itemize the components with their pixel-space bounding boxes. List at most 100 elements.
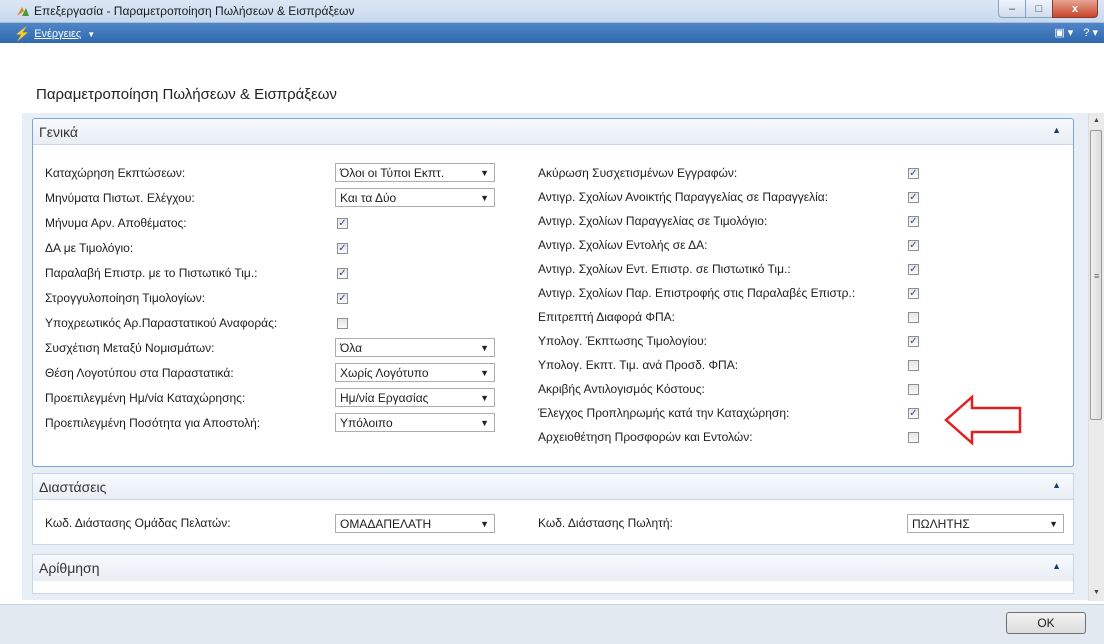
field-row: Αντιγρ. Σχολίων Παρ. Επιστροφής στις Παρ… [538,283,855,303]
allow-vat-difference-checkbox[interactable] [908,312,919,323]
credit-warnings-select[interactable]: Και τα Δύο ▼ [335,188,495,207]
field-row: Παραλαβή Επιστρ. με το Πιστωτικό Τιμ.: [45,263,258,283]
scroll-down-icon[interactable]: ▼ [1089,585,1104,601]
field-label: Μήνυμα Αρν. Αποθέματος: [45,216,187,230]
dropdown-arrow-icon: ▼ [480,393,489,403]
scrollbar-thumb[interactable]: ≡ [1090,130,1102,420]
field-row: Κωδ. Διάστασης Πωλητή: [538,513,673,533]
page-title: Παραμετροποίηση Πωλήσεων & Εισπράξεων [36,86,337,103]
bottom-bar: OK [0,604,1104,644]
dimensions-fasttab-header[interactable]: Διαστάσεις ▲ [33,474,1073,500]
dropdown-arrow-icon: ▼ [480,368,489,378]
field-row: Ακριβής Αντιλογισμός Κόστους: [538,379,705,399]
field-row: Αντιγρ. Σχολίων Παραγγελίας σε Τιμολόγιο… [538,211,767,231]
copy-comments-ret-receipt-checkbox[interactable]: ✓ [908,288,919,299]
general-fasttab-header[interactable]: Γενικά ▲ [33,119,1073,145]
window-title: Επεξεργασία - Παραμετροποίηση Πωλήσεων &… [34,4,355,18]
field-label: Θέση Λογοτύπου στα Παραστατικά: [45,366,234,380]
exact-cost-reversing-checkbox[interactable]: ✓ [908,168,919,179]
field-label: Κωδ. Διάστασης Ομάδας Πελατών: [45,516,231,530]
ext-doc-no-mandatory-checkbox[interactable] [337,318,348,329]
archive-quotes-orders-checkbox[interactable] [908,432,919,443]
numbering-fasttab-header[interactable]: Αρίθμηση ▲ [33,555,1073,581]
copy-comments-order-shpt-checkbox[interactable]: ✓ [908,240,919,251]
calc-inv-disc-per-vat-checkbox[interactable] [908,360,919,371]
default-posting-date-select[interactable]: Ημ/νία Εργασίας ▼ [335,388,495,407]
dropdown-arrow-icon: ▼ [480,519,489,529]
collapse-icon[interactable]: ▲ [1052,561,1061,571]
field-row: Ακύρωση Συσχετισμένων Εγγραφών: [538,163,737,183]
help-icon[interactable]: ? ▾ [1083,26,1098,39]
discount-posting-select[interactable]: Όλοι οι Τύποι Εκπτ. ▼ [335,163,495,182]
field-row: Αντιγρ. Σχολίων Εντολής σε ΔΑ: [538,235,708,255]
invoice-rounding-checkbox[interactable]: ✓ [337,293,348,304]
copy-comments-ret-credit-checkbox[interactable]: ✓ [908,264,919,275]
field-row: Θέση Λογοτύπου στα Παραστατικά: [45,363,234,383]
annotation-arrow-icon [944,394,1022,446]
scroll-up-icon[interactable]: ▲ [1089,113,1104,129]
exact-cost-checkbox[interactable] [908,384,919,395]
action-bar: ⚡ Ενέργειες ▼ ▣ ▾ ? ▾ [0,23,1104,43]
maximize-button[interactable]: □ [1025,0,1053,18]
general-fasttab-title: Γενικά [39,124,78,140]
collapse-icon[interactable]: ▲ [1052,480,1061,490]
field-label: Υπολογ. Εκπτ. Τιμ. ανά Προσδ. ΦΠΑ: [538,358,739,372]
field-row: Καταχώρηση Εκπτώσεων: [45,163,185,183]
dynamics-nav-icon [17,7,29,16]
return-receipt-checkbox[interactable]: ✓ [337,268,348,279]
layout-icon[interactable]: ▣ ▾ [1054,26,1073,39]
field-row: Έλεγχος Προπληρωμής κατά την Καταχώρηση: [538,403,789,423]
field-label: Αντιγρ. Σχολίων Εντ. Επιστρ. σε Πιστωτικ… [538,262,791,276]
window-title-bar: Επεξεργασία - Παραμετροποίηση Πωλήσεων &… [0,0,1104,23]
field-row: Προεπιλεγμένη Ημ/νία Καταχώρησης: [45,388,245,408]
field-row: Επιτρεπτή Διαφορά ΦΠΑ: [538,307,675,327]
actions-menu[interactable]: ⚡ Ενέργειες ▼ [14,26,95,42]
ok-button[interactable]: OK [1006,612,1086,634]
minimize-button[interactable]: ‒ [998,0,1026,18]
numbering-fasttab: Αρίθμηση ▲ [32,554,1074,594]
field-row: Υποχρεωτικός Αρ.Παραστατικού Αναφοράς: [45,313,277,333]
vertical-scrollbar[interactable]: ▲ ≡ ▼ [1088,113,1104,601]
field-label: Επιτρεπτή Διαφορά ΦΠΑ: [538,310,675,324]
field-row: Αρχειοθέτηση Προσφορών και Εντολών: [538,427,753,447]
field-label: Παραλαβή Επιστρ. με το Πιστωτικό Τιμ.: [45,266,258,280]
dropdown-arrow-icon: ▼ [480,168,489,178]
check-prepmt-when-posting-checkbox[interactable]: ✓ [908,408,919,419]
appln-between-currencies-select[interactable]: Όλα ▼ [335,338,495,357]
field-label: Προεπιλεγμένη Ημ/νία Καταχώρησης: [45,391,246,405]
field-label: Υποχρεωτικός Αρ.Παραστατικού Αναφοράς: [45,316,278,330]
collapse-icon[interactable]: ▲ [1052,125,1061,135]
field-label: Συσχέτιση Μεταξύ Νομισμάτων: [45,341,215,355]
field-row: Αντιγρ. Σχολίων Εντ. Επιστρ. σε Πιστωτικ… [538,259,791,279]
copy-comments-order-invoice-checkbox[interactable]: ✓ [908,216,919,227]
close-button[interactable]: x [1052,0,1098,18]
field-row: Αντιγρ. Σχολίων Ανοικτής Παραγγελίας σε … [538,187,828,207]
field-label: Αντιγρ. Σχολίων Ανοικτής Παραγγελίας σε … [538,190,829,204]
field-label: Αντιγρ. Σχολίων Παραγγελίας σε Τιμολόγιο… [538,214,768,228]
numbering-fasttab-title: Αρίθμηση [39,560,100,576]
copy-comments-blanket-checkbox[interactable]: ✓ [908,192,919,203]
customer-group-dimension-select[interactable]: ΟΜΑΔΑΠΕΛΑΤΗ ▼ [335,514,495,533]
salesperson-dimension-select[interactable]: ΠΩΛΗΤΗΣ ▼ [907,514,1064,533]
logo-position-select[interactable]: Χωρίς Λογότυπο ▼ [335,363,495,382]
calc-inv-discount-checkbox[interactable]: ✓ [908,336,919,347]
stockout-warning-checkbox[interactable]: ✓ [337,218,348,229]
field-row: Μηνύματα Πιστωτ. Ελέγχου: [45,188,195,208]
field-label: Καταχώρηση Εκπτώσεων: [45,166,186,180]
dropdown-arrow-icon: ▼ [480,418,489,428]
field-row: Υπολογ. Εκπτ. Τιμ. ανά Προσδ. ΦΠΑ: [538,355,738,375]
field-row: Στρογγυλοποίηση Τιμολογίων: [45,288,205,308]
dropdown-arrow-icon: ▼ [480,343,489,353]
default-qty-to-ship-select[interactable]: Υπόλοιπο ▼ [335,413,495,432]
shipment-on-invoice-checkbox[interactable]: ✓ [337,243,348,254]
field-label: Υπολογ. Έκπτωσης Τιμολογίου: [538,334,707,348]
field-label: Αρχειοθέτηση Προσφορών και Εντολών: [538,430,753,444]
dropdown-arrow-icon: ▼ [480,193,489,203]
field-label: Μηνύματα Πιστωτ. Ελέγχου: [45,191,195,205]
lightning-icon: ⚡ [14,26,31,41]
dimensions-fasttab-title: Διαστάσεις [39,479,107,495]
field-label: Προεπιλεγμένη Ποσότητα για Αποστολή: [45,416,261,430]
field-label: Αντιγρ. Σχολίων Παρ. Επιστροφής στις Παρ… [538,286,856,300]
content-area: Γενικά ▲ Καταχώρηση Εκπτώσεων: Όλοι οι Τ… [22,113,1088,600]
field-row: Συσχέτιση Μεταξύ Νομισμάτων: [45,338,214,358]
